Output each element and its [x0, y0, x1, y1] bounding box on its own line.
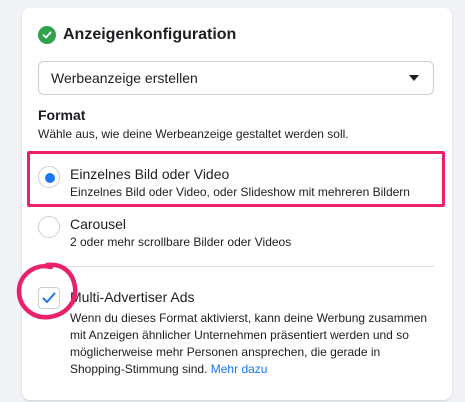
format-option-carousel[interactable]: Carousel 2 oder mehr scrollbare Bilder o… — [38, 212, 434, 262]
creation-type-select[interactable]: Werbeanzeige erstellen — [38, 61, 434, 95]
multi-advertiser-description: Wenn du dieses Format aktivierst, kann d… — [70, 310, 435, 378]
annotation-circle — [16, 262, 78, 320]
option-title: Carousel — [70, 216, 127, 232]
divider — [38, 266, 434, 267]
multi-advertiser-title: Multi-Advertiser Ads — [70, 289, 195, 305]
radio-unselected[interactable] — [38, 216, 60, 238]
format-label: Format — [38, 107, 86, 123]
format-help-text: Wähle aus, wie deine Werbeanzeige gestal… — [38, 127, 349, 141]
annotation-highlight-box — [27, 151, 445, 207]
caret-down-icon — [409, 75, 419, 81]
section-header: Anzeigenkonfiguration — [38, 24, 236, 46]
check-circle-icon — [38, 26, 56, 44]
section-title: Anzeigenkonfiguration — [63, 26, 237, 43]
select-value: Werbeanzeige erstellen — [51, 70, 198, 86]
learn-more-link[interactable]: Mehr dazu — [211, 362, 268, 376]
option-description: 2 oder mehr scrollbare Bilder oder Video… — [70, 235, 292, 249]
